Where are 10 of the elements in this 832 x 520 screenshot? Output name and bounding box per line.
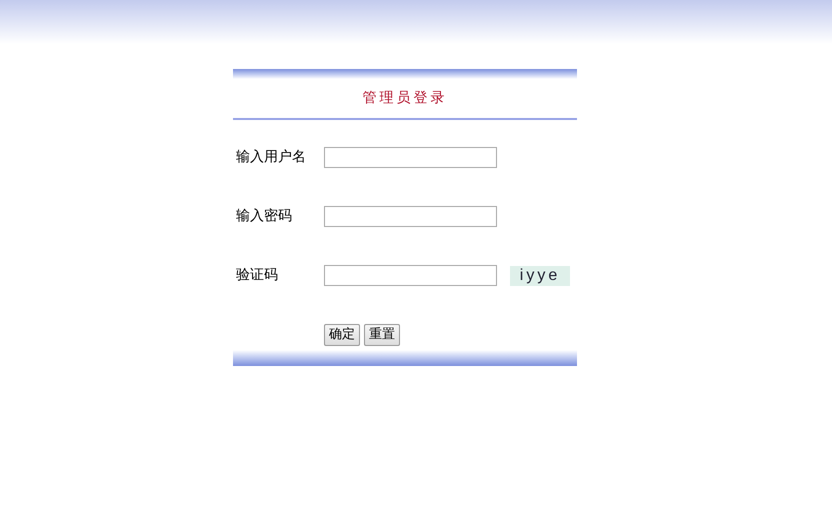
reset-button[interactable]: 重置 — [364, 324, 400, 346]
field-label: 输入用户名 — [235, 148, 307, 167]
password-field[interactable] — [324, 206, 497, 227]
field-label: 输入密码 — [235, 207, 293, 226]
confirm-button[interactable]: 确定 — [324, 324, 360, 346]
field-label: 验证码 — [235, 266, 279, 285]
login-title: 管理员登录 — [362, 89, 448, 108]
captcha-image: iyye — [510, 266, 570, 286]
captcha-field[interactable] — [324, 265, 497, 286]
username-field[interactable] — [324, 147, 497, 168]
